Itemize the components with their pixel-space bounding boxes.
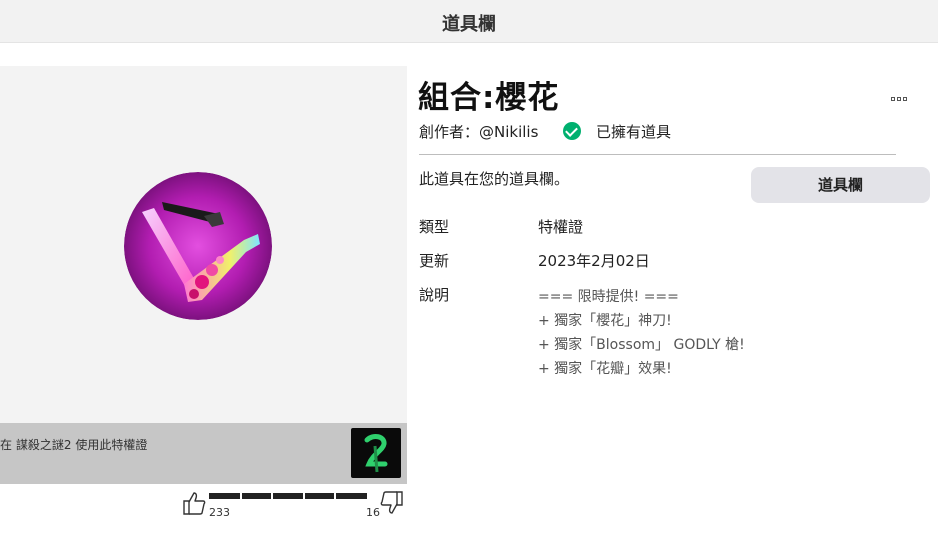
vote-ratio-bar (209, 493, 367, 499)
thumbs-up-icon[interactable] (181, 490, 207, 516)
type-label: 類型 (419, 218, 450, 236)
thumbs-down-icon[interactable] (379, 490, 405, 516)
vote-bar-tick (302, 493, 305, 499)
vote-section: 233 16 (180, 488, 410, 524)
vote-bar-tick (271, 493, 274, 499)
type-value: 特權證 (538, 218, 584, 236)
inventory-button[interactable]: 道具欄 (751, 167, 930, 203)
vote-bar-tick (239, 493, 242, 499)
owned-label: 已擁有道具 (595, 123, 671, 141)
description-line: + 獨家「花瓣」效果! (538, 361, 672, 377)
game-usage-text: 在 謀殺之謎2 使用此特權證 (0, 436, 147, 453)
inventory-status-text: 此道具在您的道具欄。 (419, 170, 570, 188)
game-usage-suffix: 使用此特權證 (75, 438, 148, 452)
item-thumbnail (124, 172, 272, 320)
creator-row: 創作者：@Nikilis 已擁有道具 (419, 121, 671, 142)
description-line: === 限時提供! === (538, 289, 679, 305)
description-line: + 獨家「Blossom」 GODLY 槍! (538, 337, 745, 353)
description-label: 說明 (419, 286, 450, 304)
top-bar: 道具欄 (0, 0, 938, 43)
creator-link[interactable]: 創作者：@Nikilis (419, 123, 538, 141)
divider (419, 154, 896, 155)
game-usage-prefix: 在 (0, 438, 13, 452)
updated-value: 2023年2月02日 (538, 252, 650, 270)
more-icon[interactable] (891, 86, 913, 101)
downvote-count: 16 (366, 506, 380, 519)
game-thumbnail-icon[interactable] (351, 428, 401, 478)
upvote-count: 233 (209, 506, 230, 519)
item-title: 組合:櫻花 (418, 80, 560, 116)
vote-bar-tick (334, 493, 337, 499)
game-name-link[interactable]: 謀殺之謎2 (16, 438, 72, 452)
description-line: + 獨家「櫻花」神刀! (538, 313, 672, 329)
game-usage-strip: 在 謀殺之謎2 使用此特權證 (0, 423, 407, 484)
description-text: === 限時提供! === + 獨家「櫻花」神刀! + 獨家「Blossom」 … (538, 285, 745, 381)
updated-label: 更新 (419, 252, 450, 270)
check-icon (563, 122, 582, 140)
page-title: 道具欄 (442, 14, 496, 35)
